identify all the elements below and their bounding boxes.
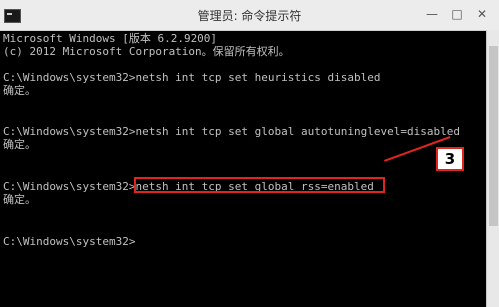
console-line-command: C:\Windows\system32>netsh int tcp set gl… bbox=[3, 125, 460, 138]
maximize-button[interactable]: □ bbox=[446, 4, 468, 24]
title-bar[interactable]: 管理员: 命令提示符 — □ ✕ bbox=[0, 0, 499, 31]
console-line-copyright: (c) 2012 Microsoft Corporation。保留所有权利。 bbox=[3, 45, 290, 58]
console-line-result: 确定。 bbox=[3, 138, 36, 151]
console-line-result: 确定。 bbox=[3, 193, 36, 206]
minimize-button[interactable]: — bbox=[421, 4, 443, 24]
console-line-prompt: C:\Windows\system32> bbox=[3, 235, 136, 248]
console-output[interactable]: Microsoft Windows [版本 6.2.9200] (c) 2012… bbox=[3, 30, 484, 307]
command-prompt-window: 管理员: 命令提示符 — □ ✕ Microsoft Windows [版本 6… bbox=[0, 0, 499, 307]
scrollbar-thumb[interactable] bbox=[489, 46, 498, 226]
close-button[interactable]: ✕ bbox=[471, 4, 493, 24]
vertical-scrollbar[interactable] bbox=[486, 30, 499, 307]
command-highlight-box bbox=[134, 177, 385, 193]
console-line-command: C:\Windows\system32>netsh int tcp set he… bbox=[3, 71, 381, 84]
step-number-badge: 3 bbox=[436, 147, 464, 171]
console-line-result: 确定。 bbox=[3, 84, 36, 97]
console-line-version: Microsoft Windows [版本 6.2.9200] bbox=[3, 32, 218, 45]
